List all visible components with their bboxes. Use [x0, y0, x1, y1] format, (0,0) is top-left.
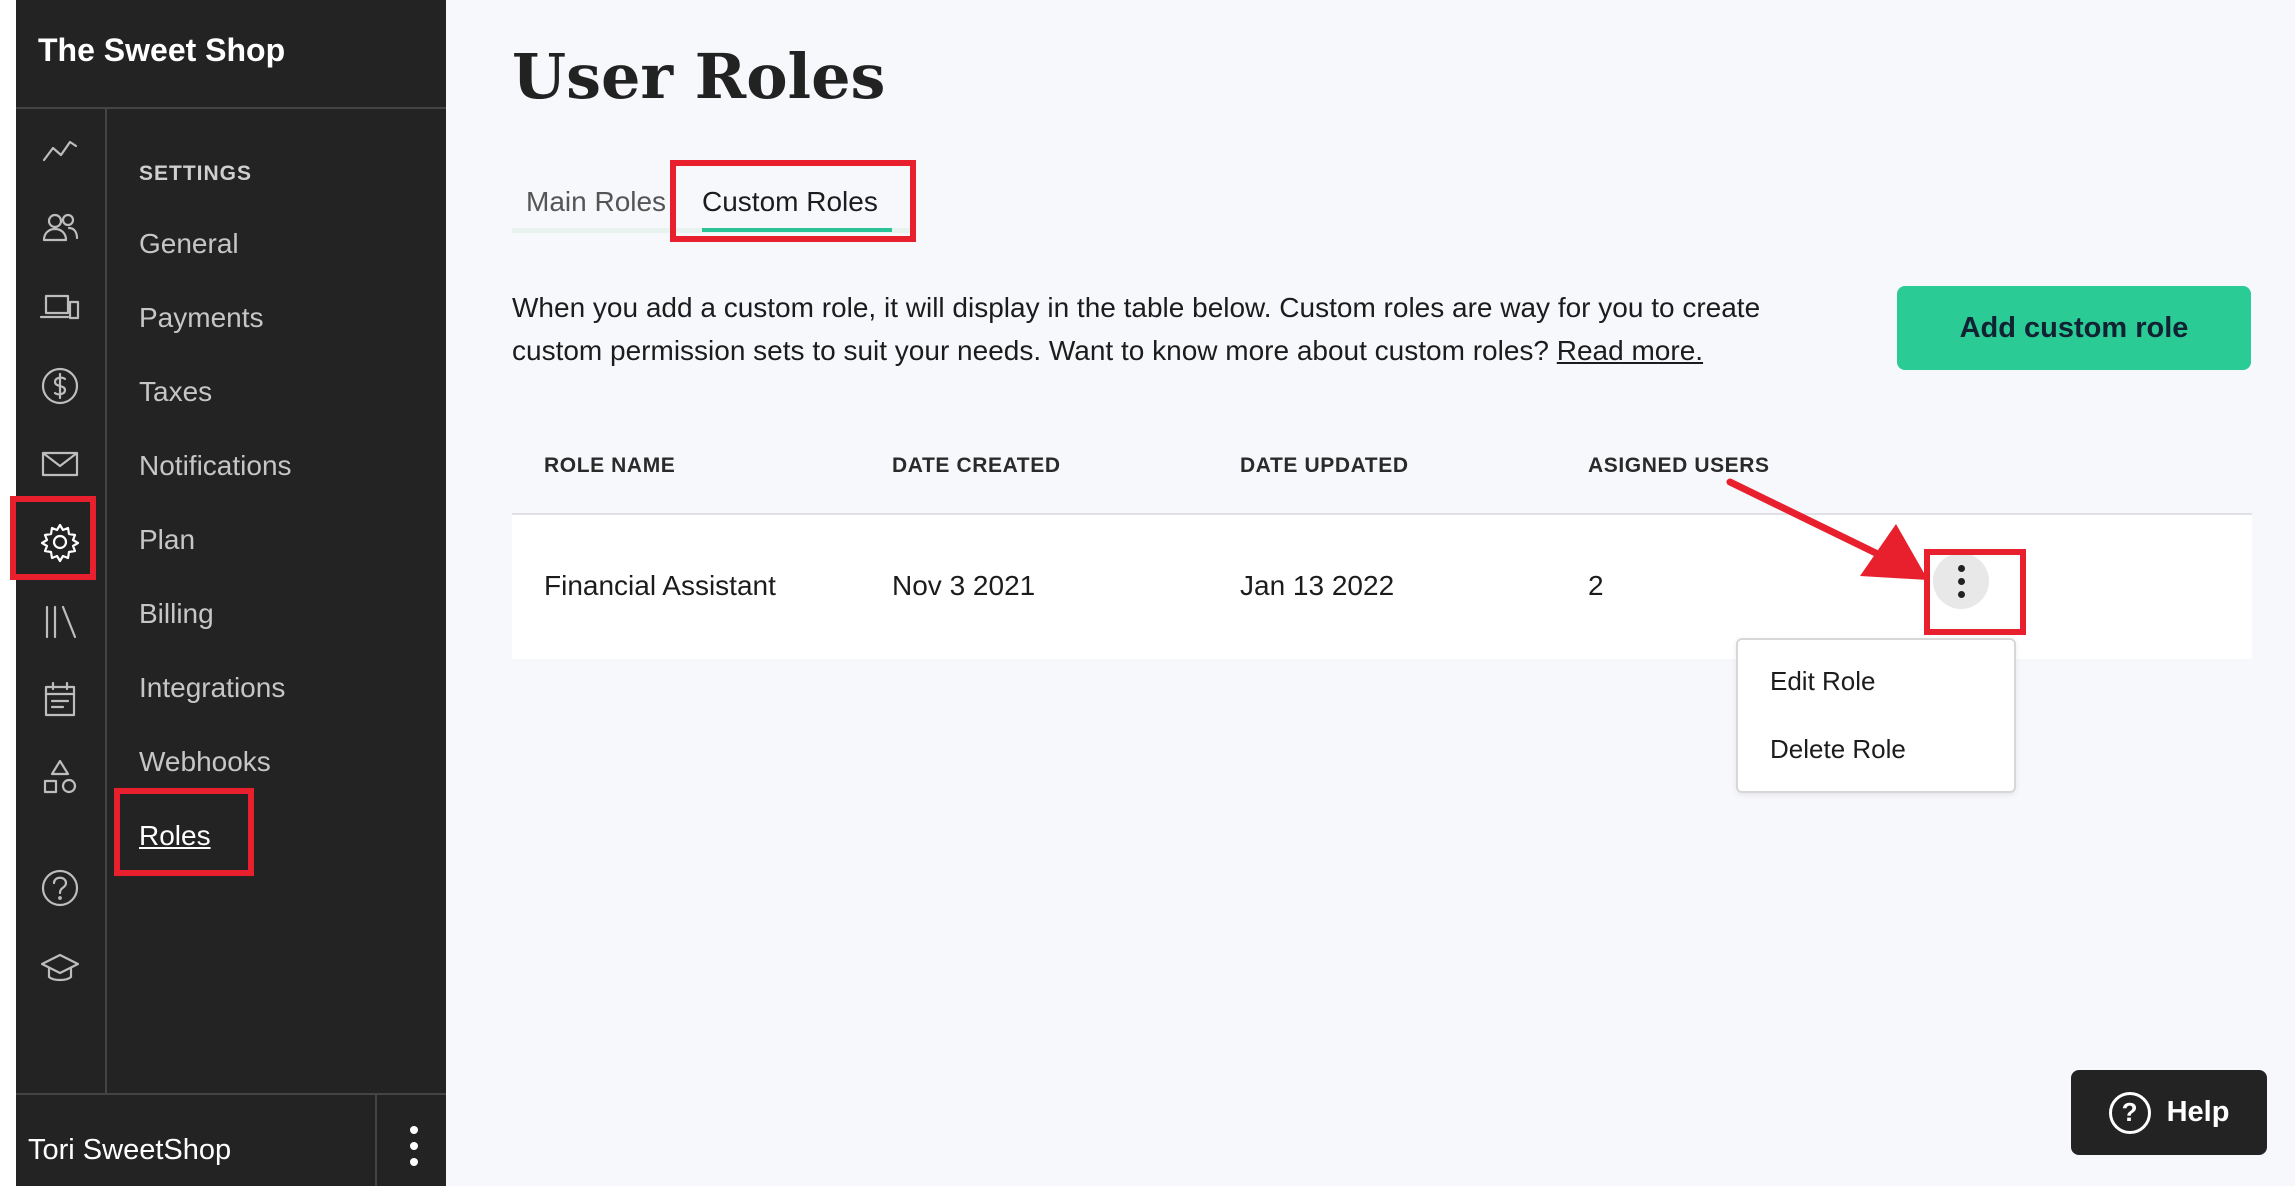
nav-item-billing[interactable]: Billing — [139, 598, 214, 630]
help-question-icon: ? — [2108, 1091, 2151, 1134]
nav-item-payments[interactable]: Payments — [139, 302, 264, 334]
user-name[interactable]: Tori SweetShop — [28, 1134, 231, 1167]
column-header-date-updated: DATE UPDATED — [1240, 454, 1409, 477]
page-title: User Roles — [512, 40, 886, 113]
mail-icon[interactable] — [32, 436, 88, 492]
sidebar: The Sweet Shop SETTINGS General Payments… — [10, 0, 446, 1186]
menu-item-edit-role[interactable]: Edit Role — [1770, 666, 1876, 697]
tab-main-roles[interactable]: Main Roles — [526, 186, 666, 218]
read-more-link[interactable]: Read more. — [1557, 335, 1703, 366]
help-circle-icon[interactable] — [32, 860, 88, 916]
user-menu-kebab-icon[interactable] — [396, 1120, 432, 1172]
divider — [16, 1093, 446, 1095]
cell-assigned-users: 2 — [1588, 570, 1604, 601]
cell-date-updated: Jan 13 2022 — [1240, 570, 1395, 601]
column-header-role-name: ROLE NAME — [544, 454, 676, 477]
highlight-box — [670, 160, 916, 242]
divider — [16, 107, 446, 109]
annotation-arrow-icon — [1726, 478, 1928, 580]
nav-item-general[interactable]: General — [139, 228, 239, 260]
nav-item-taxes[interactable]: Taxes — [139, 376, 212, 408]
cell-date-created: Nov 3 2021 — [892, 570, 1036, 601]
nav-item-integrations[interactable]: Integrations — [139, 672, 285, 704]
settings-heading: SETTINGS — [139, 162, 253, 185]
analytics-icon[interactable] — [32, 122, 88, 178]
main-content: User Roles Main Roles Custom Roles When … — [446, 0, 2295, 1186]
nav-item-webhooks[interactable]: Webhooks — [139, 746, 271, 778]
highlight-box — [10, 496, 96, 580]
calendar-icon[interactable] — [32, 672, 88, 728]
cell-role-name: Financial Assistant — [544, 570, 776, 601]
divider — [105, 107, 107, 1093]
highlight-box — [1924, 549, 2026, 635]
devices-icon[interactable] — [32, 280, 88, 336]
highlight-box — [114, 788, 254, 876]
column-header-date-created: DATE CREATED — [892, 454, 1061, 477]
nav-item-notifications[interactable]: Notifications — [139, 450, 292, 482]
menu-item-delete-role[interactable]: Delete Role — [1770, 734, 1906, 765]
brand-name[interactable]: The Sweet Shop — [38, 32, 285, 69]
intro-text: When you add a custom role, it will disp… — [512, 286, 1852, 372]
divider — [375, 1095, 377, 1186]
help-button-label: Help — [2166, 1096, 2230, 1128]
dollar-icon[interactable] — [32, 358, 88, 414]
shapes-icon[interactable] — [32, 750, 88, 806]
help-button[interactable]: ? Help — [2071, 1070, 2267, 1155]
row-actions-menu: Edit Role Delete Role — [1736, 638, 2016, 793]
nav-item-plan[interactable]: Plan — [139, 524, 195, 556]
library-icon[interactable] — [32, 594, 88, 650]
customers-icon[interactable] — [32, 200, 88, 256]
add-custom-role-button[interactable]: Add custom role — [1897, 286, 2251, 370]
graduation-cap-icon[interactable] — [32, 940, 88, 996]
